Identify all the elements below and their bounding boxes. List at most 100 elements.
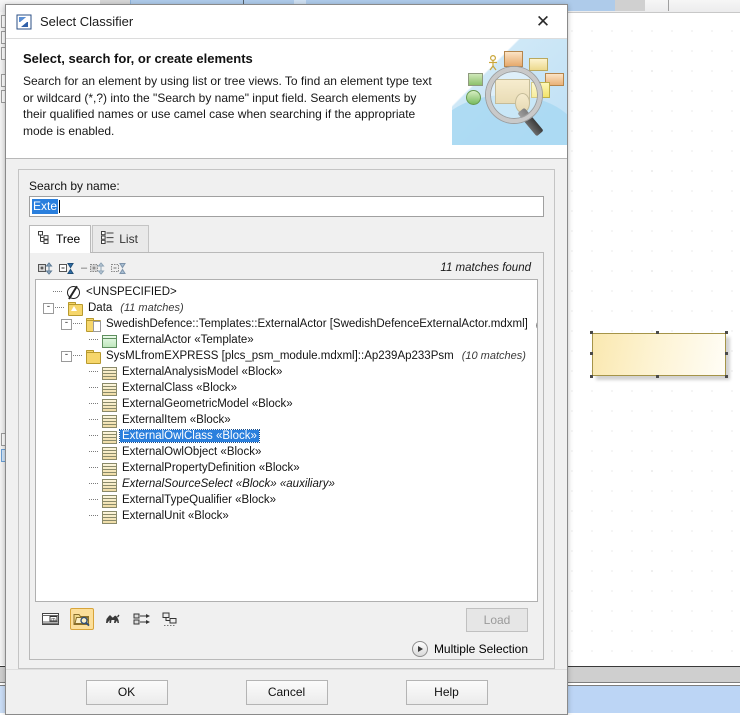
- expand-all-icon[interactable]: [90, 261, 107, 276]
- show-metadata-icon[interactable]: m: [41, 610, 61, 628]
- tree-node[interactable]: ExternalGeometricModel «Block»: [36, 396, 537, 412]
- view-tabs[interactable]: Tree List: [29, 225, 544, 253]
- tree-node-match-count: (10 matches): [461, 350, 526, 362]
- apply-filter-icon[interactable]: [161, 610, 181, 628]
- tree-node[interactable]: ExternalActor «Template»: [36, 332, 537, 348]
- list-view-icon: [101, 230, 114, 247]
- tree-node-match-count: (1 match): [536, 318, 537, 330]
- tab-tree-label: Tree: [56, 231, 81, 246]
- tree-node[interactable]: ExternalSourceSelect «Block» «auxiliary»: [36, 476, 537, 492]
- toolbar-separator-2: [668, 0, 669, 11]
- resize-handle-s[interactable]: [656, 375, 659, 378]
- unspecified-icon: [65, 285, 80, 299]
- search-input-value: Exte: [32, 199, 59, 214]
- help-button[interactable]: Help: [405, 679, 488, 705]
- tree-connector: [89, 483, 98, 485]
- tree-connector: [55, 307, 64, 309]
- diagram-block-shape[interactable]: [590, 331, 728, 378]
- collapse-selected-icon[interactable]: [59, 261, 76, 276]
- tree-node-label: SwedishDefence::Templates::ExternalActor…: [106, 318, 528, 330]
- block-element-icon: [101, 382, 117, 396]
- tree-node[interactable]: ExternalClass «Block»: [36, 380, 537, 396]
- block-element-icon: [101, 366, 117, 380]
- svg-text:m: m: [51, 617, 55, 622]
- tree-node-label: ExternalUnit «Block»: [122, 510, 229, 522]
- search-illustration-icon: [452, 39, 567, 145]
- dialog-content: Search by name: Exte Tree List – 11 matc…: [6, 159, 567, 669]
- expand-arrow-icon: [411, 641, 428, 657]
- resize-handle-se[interactable]: [725, 375, 728, 378]
- dialog-titlebar[interactable]: Select Classifier ✕: [6, 5, 567, 39]
- folder-icon: [85, 349, 101, 364]
- panel-bottom-toolbar: m Load Multiple Selection: [35, 602, 538, 657]
- dialog-footer: OK Cancel Help: [6, 669, 567, 714]
- tree-node[interactable]: - SysMLfromEXPRESS [plcs_psm_module.mdxml…: [36, 348, 537, 364]
- collapse-all-icon[interactable]: [111, 261, 128, 276]
- resize-handle-sw[interactable]: [590, 375, 593, 378]
- tree-node-label: ExternalGeometricModel «Block»: [122, 398, 293, 410]
- block-element-icon: [101, 494, 117, 508]
- resize-handle-n[interactable]: [656, 331, 659, 334]
- tree-node[interactable]: ExternalOwlObject «Block»: [36, 444, 537, 460]
- tree-node-label: ExternalOwlObject «Block»: [122, 446, 262, 458]
- search-input[interactable]: Exte: [29, 196, 544, 217]
- resize-handle-nw[interactable]: [590, 331, 593, 334]
- block-element-icon: [101, 462, 117, 476]
- tree-connector: [89, 435, 98, 437]
- tree-expander-icon[interactable]: -: [61, 350, 72, 362]
- project-folder-icon: [85, 317, 101, 332]
- tree-node-label: ExternalClass «Block»: [122, 382, 238, 394]
- tree-node-label: ExternalSourceSelect «Block» «auxiliary»: [122, 478, 335, 490]
- tree-node[interactable]: - Data (11 matches): [36, 300, 537, 316]
- search-in-folder-icon[interactable]: [70, 608, 94, 630]
- expand-structure-icon[interactable]: [132, 610, 152, 628]
- resize-handle-ne[interactable]: [725, 331, 728, 334]
- tree-node-match-count: (11 matches): [120, 302, 184, 314]
- matches-found-label: 11 matches found: [440, 262, 531, 274]
- tree-expander-icon[interactable]: -: [61, 318, 72, 330]
- tree-expander-icon[interactable]: -: [43, 302, 54, 314]
- data-folder-icon: [67, 301, 83, 316]
- option-icons-group[interactable]: m: [41, 608, 181, 630]
- tree-node[interactable]: ExternalTypeQualifier «Block»: [36, 492, 537, 508]
- tree-node[interactable]: ExternalOwlClass «Block»: [36, 428, 537, 444]
- load-button[interactable]: Load: [466, 608, 528, 632]
- ok-button[interactable]: OK: [85, 679, 168, 705]
- tree-toolbar[interactable]: – 11 matches found: [35, 257, 538, 279]
- element-tree[interactable]: <UNSPECIFIED> - Data (11 matches) - SwedishDe…: [35, 279, 538, 602]
- tree-node-label: ExternalOwlClass «Block»: [119, 429, 260, 443]
- tree-node[interactable]: <UNSPECIFIED>: [36, 284, 537, 300]
- block-element-icon: [101, 414, 117, 428]
- tree-node-label: ExternalPropertyDefinition «Block»: [122, 462, 300, 474]
- toolbar-separator: –: [81, 262, 88, 274]
- tree-node-label: ExternalAnalysisModel «Block»: [122, 366, 283, 378]
- resize-handle-e[interactable]: [725, 352, 728, 355]
- template-element-icon: [101, 334, 117, 348]
- close-icon[interactable]: ✕: [523, 6, 563, 37]
- tree-connector: [89, 451, 98, 453]
- tree-view-icon: [38, 230, 51, 247]
- tree-connector: [89, 387, 98, 389]
- panel-actions: Load Multiple Selection: [411, 608, 534, 657]
- expand-selected-icon[interactable]: [38, 261, 55, 276]
- tab-tree[interactable]: Tree: [29, 225, 92, 253]
- tree-node-label: ExternalTypeQualifier «Block»: [122, 494, 277, 506]
- block-element-icon: [101, 430, 117, 444]
- tab-list[interactable]: List: [92, 225, 149, 252]
- tree-connector: [89, 499, 98, 501]
- multiple-selection-label: Multiple Selection: [433, 642, 528, 656]
- tree-node[interactable]: ExternalUnit «Block»: [36, 508, 537, 524]
- tree-node-label: Data: [88, 302, 113, 314]
- multiple-selection-toggle[interactable]: Multiple Selection: [411, 641, 528, 657]
- banner-description: Search for an element by using list or t…: [23, 74, 432, 138]
- camel-case-icon[interactable]: [103, 610, 123, 628]
- tree-node[interactable]: - SwedishDefence::Templates::ExternalActo…: [36, 316, 537, 332]
- cancel-button[interactable]: Cancel: [245, 679, 328, 705]
- tree-connector: [89, 371, 98, 373]
- application-icon: [16, 14, 32, 30]
- tree-node[interactable]: ExternalPropertyDefinition «Block»: [36, 460, 537, 476]
- tree-connector: [89, 339, 98, 341]
- resize-handle-w[interactable]: [590, 352, 593, 355]
- tree-node[interactable]: ExternalAnalysisModel «Block»: [36, 364, 537, 380]
- tree-node[interactable]: ExternalItem «Block»: [36, 412, 537, 428]
